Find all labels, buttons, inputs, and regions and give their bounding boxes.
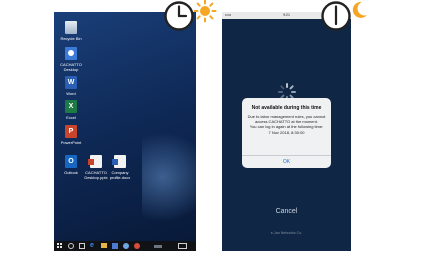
desktop-icon-powerpoint[interactable]: P PowerPoint (56, 125, 86, 145)
sun-icon (193, 0, 217, 23)
desktop-icon-recycle-bin[interactable]: Recycle Bin (56, 21, 86, 41)
clock-icon-night (321, 1, 351, 31)
dialog-divider (242, 155, 331, 156)
desktop-icon-word[interactable]: W Word (56, 76, 86, 96)
word-icon: W (65, 76, 77, 89)
task-view-icon[interactable] (79, 243, 85, 249)
folder-icon[interactable] (101, 243, 107, 248)
desktop-icon-cachatto[interactable]: CACHATTO Desktop (56, 47, 86, 72)
app-icon[interactable] (123, 243, 129, 249)
system-tray[interactable] (154, 245, 162, 248)
cancel-button[interactable]: Cancel (222, 208, 351, 215)
company-footer: e-Jan Networks Co. (270, 231, 303, 235)
notification-icon[interactable] (178, 243, 187, 249)
powerpoint-icon: P (65, 125, 77, 138)
outlook-icon: O (65, 155, 77, 168)
wallpaper-light-beam (142, 132, 196, 222)
store-icon[interactable] (112, 243, 118, 249)
taskbar: e (54, 241, 196, 251)
excel-icon: X (65, 100, 77, 113)
mobile-screenshot: ••••• 9:21 Not available during this tim… (222, 12, 351, 251)
search-icon[interactable] (68, 243, 74, 249)
chrome-icon[interactable] (134, 243, 140, 249)
pptx-file-icon (88, 155, 102, 168)
ok-button[interactable]: OK (242, 157, 331, 167)
recycle-bin-icon (65, 21, 77, 34)
dialog-message: Due to labor management rules, you canno… (247, 114, 326, 135)
dialog-title: Not available during this time (251, 105, 322, 111)
desktop-icon-excel[interactable]: X Excel (56, 100, 86, 120)
dialog-message-login: You can log in again at the following ti… (249, 124, 324, 130)
desktop-icon-docx-file[interactable]: Company profile.docx (105, 155, 135, 180)
moon-icon (352, 1, 367, 18)
alert-dialog: Not available during this time Due to la… (242, 98, 331, 168)
dialog-message-line: Due to labor management rules, you canno… (247, 114, 326, 125)
edge-icon[interactable]: e (90, 242, 96, 249)
start-icon[interactable] (57, 243, 63, 249)
cachatto-icon (65, 47, 77, 60)
clock-icon-day (164, 1, 194, 31)
docx-file-icon (112, 155, 126, 168)
windows-desktop-screenshot: Recycle Bin CACHATTO Desktop W Word X Ex… (54, 12, 196, 251)
dialog-datetime: 7 Nov 2018, 8:30:00 (268, 129, 305, 135)
